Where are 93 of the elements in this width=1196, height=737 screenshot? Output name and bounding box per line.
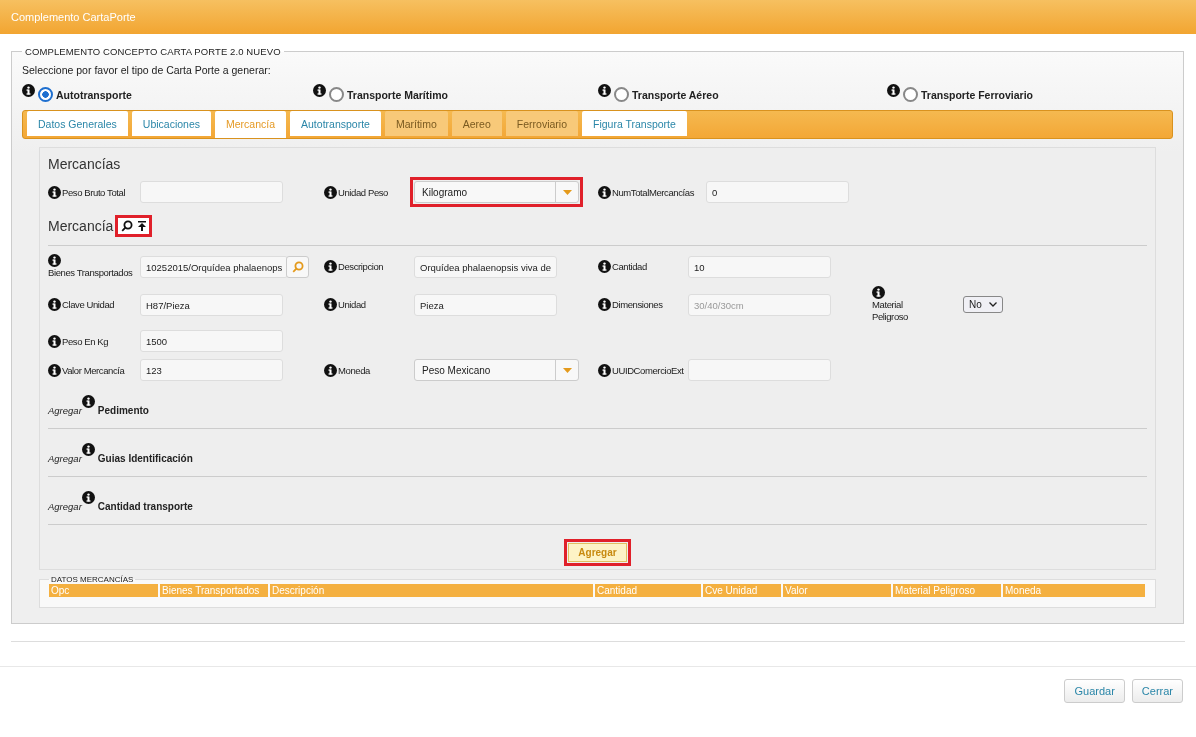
table-legend: DATOS MERCANCÍAS <box>49 575 136 584</box>
input-field[interactable] <box>688 359 831 381</box>
upload-button[interactable] <box>137 219 148 233</box>
info-icon <box>598 298 611 311</box>
info-icon <box>887 84 900 97</box>
field-label: Material Peligroso <box>872 299 909 323</box>
prompt-text: Seleccione por favor el tipo de Carta Porte a generar: <box>22 64 272 76</box>
field-label: Bienes Transportados <box>48 267 133 279</box>
info-icon <box>81 443 95 456</box>
dropdown[interactable]: Kilogramo <box>414 181 579 203</box>
dropdown-value: Kilogramo <box>421 186 469 200</box>
info-icon <box>48 334 61 348</box>
field-label: Moneda <box>338 364 370 377</box>
info-icon <box>22 84 35 97</box>
caret-icon <box>562 367 572 373</box>
tab[interactable]: Ubicaciones <box>131 111 211 136</box>
add-link[interactable]: Agregar <box>48 500 82 512</box>
input-field[interactable]: 0 <box>706 181 849 203</box>
tab[interactable]: Autotransporte <box>290 111 381 136</box>
info-icon <box>81 395 95 408</box>
add-link[interactable]: Agregar <box>48 452 82 464</box>
select-value: No <box>969 299 982 310</box>
info-icon <box>48 298 61 311</box>
column-header: Moneda <box>1003 584 1145 597</box>
radio-label[interactable]: Transporte Marítimo <box>347 89 448 101</box>
info-icon <box>324 260 337 273</box>
field-label: Peso Bruto Total <box>62 186 126 199</box>
subsection-label: Guias Identificación <box>97 452 193 464</box>
radio-button[interactable] <box>614 87 629 102</box>
search-icon <box>121 220 134 232</box>
info-icon <box>598 84 611 97</box>
field-label: Dimensiones <box>612 299 663 311</box>
input-field[interactable]: 123 <box>140 359 283 381</box>
section-legend: COMPLEMENTO CONCEPTO CARTA PORTE 2.0 NUEVO <box>22 46 284 57</box>
input-field[interactable]: H87/Pieza <box>140 293 283 316</box>
search-icon <box>291 260 304 273</box>
info-icon <box>324 298 337 311</box>
radio-button[interactable] <box>329 87 344 102</box>
radio-label[interactable]: Transporte Ferroviario <box>921 89 1034 101</box>
column-header: Cantidad <box>595 584 701 597</box>
info-icon <box>48 254 61 267</box>
radio-button[interactable] <box>903 87 918 102</box>
subsection-label: Cantidad transporte <box>97 500 193 512</box>
info-icon <box>48 363 61 377</box>
info-icon <box>81 491 95 504</box>
info-icon <box>313 84 326 97</box>
input-field[interactable]: Pieza <box>414 293 557 316</box>
add-link[interactable]: Agregar <box>48 404 82 416</box>
info-icon <box>598 363 611 377</box>
chevron-icon <box>988 302 997 307</box>
caret-icon <box>562 189 572 195</box>
radio-label[interactable]: Autotransporte <box>56 89 132 101</box>
input-field[interactable]: 10 <box>688 255 831 278</box>
input-field[interactable] <box>140 181 283 203</box>
arrow-up-icon <box>138 221 147 231</box>
info-icon <box>48 185 61 199</box>
section-heading: Mercancía <box>48 218 114 234</box>
column-header: Valor <box>783 584 891 597</box>
info-icon <box>324 185 337 199</box>
info-icon <box>598 185 611 199</box>
field-label: NumTotalMercancías <box>612 186 695 199</box>
search-button[interactable] <box>120 219 135 233</box>
field-label: Cantidad <box>612 261 647 273</box>
field-label: Clave Unidad <box>62 299 115 311</box>
radio-button[interactable] <box>38 87 53 102</box>
input-field[interactable]: 1500 <box>140 330 283 352</box>
column-header: Material Peligroso <box>893 584 1001 597</box>
column-header: Opc <box>49 584 158 597</box>
footer-button[interactable]: Cerrar <box>1131 679 1183 703</box>
window-title: Complemento CartaPorte <box>11 11 136 23</box>
input-field[interactable]: Orquídea phalaenopsis viva de <box>414 255 557 278</box>
dropdown-value: Peso Mexicano <box>421 364 492 378</box>
info-icon <box>872 286 885 299</box>
column-header: Bienes Transportados <box>160 584 268 597</box>
column-header: Cve Unidad <box>703 584 781 597</box>
field-label: Unidad Peso <box>338 186 388 199</box>
info-icon <box>598 260 611 273</box>
tab[interactable]: Figura Transporte <box>582 111 687 136</box>
field-label: Unidad <box>338 299 366 311</box>
tab[interactable]: Datos Generales <box>27 111 128 136</box>
footer-button[interactable]: Guardar <box>1064 679 1125 703</box>
field-label: Descripcion <box>338 261 384 273</box>
input-field[interactable]: 10252015/Orquídea phalaenops <box>140 255 289 278</box>
select-field[interactable]: No <box>963 296 1003 313</box>
dropdown[interactable]: Peso Mexicano <box>414 359 579 381</box>
field-label: UUIDComercioExt <box>612 364 684 377</box>
info-icon <box>324 363 337 377</box>
column-header: Descripción <box>270 584 593 597</box>
field-label: Valor Mercancía <box>62 364 125 377</box>
subsection-label: Pedimento <box>97 404 149 416</box>
field-label: Peso En Kg <box>62 335 109 348</box>
section-heading: Mercancías <box>48 156 122 172</box>
radio-label[interactable]: Transporte Aéreo <box>632 89 719 101</box>
